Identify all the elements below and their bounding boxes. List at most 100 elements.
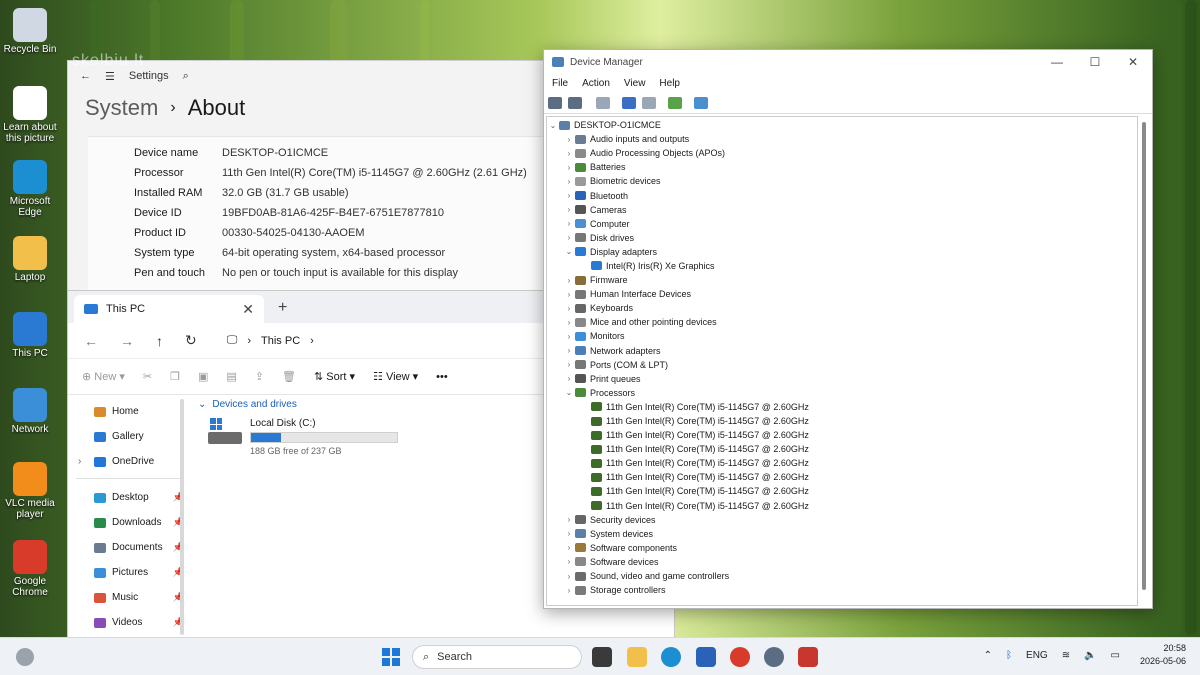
chevron-up-icon[interactable]: ⌃: [984, 650, 992, 661]
bluetooth-icon[interactable]: ᛒ: [1006, 650, 1012, 661]
sidebar-item[interactable]: › OneDrive: [76, 449, 184, 474]
menu-item[interactable]: File: [552, 78, 568, 89]
sidebar-item[interactable]: Desktop 📌: [76, 485, 184, 510]
file-explorer-icon[interactable]: [627, 647, 647, 667]
chevron-right-icon[interactable]: ›: [563, 191, 575, 200]
chevron-right-icon[interactable]: ›: [563, 276, 575, 285]
sidebar-item[interactable]: Documents 📌: [76, 535, 184, 560]
tab-this-pc[interactable]: This PC ✕: [74, 295, 264, 323]
tree-node[interactable]: › Network adapters: [547, 344, 1137, 358]
tree-node[interactable]: › Bluetooth: [547, 188, 1137, 202]
chevron-down-icon[interactable]: ⌄: [563, 247, 575, 256]
tree-node[interactable]: › Cameras: [547, 203, 1137, 217]
desktop-icon[interactable]: Laptop: [2, 236, 58, 283]
edge-icon[interactable]: [661, 647, 681, 667]
sidebar-item[interactable]: Downloads 📌: [76, 510, 184, 535]
tree-node[interactable]: › Software devices: [547, 555, 1137, 569]
forward-icon[interactable]: →: [120, 333, 134, 349]
desktop-icon[interactable]: This PC: [2, 312, 58, 359]
tree-child[interactable]: 11th Gen Intel(R) Core(TM) i5-1145G7 @ 2…: [547, 442, 1137, 456]
desktop-icon[interactable]: Google Chrome: [2, 540, 58, 598]
wifi-icon[interactable]: ≋: [1062, 650, 1070, 661]
tree-node[interactable]: › Sound, video and game controllers: [547, 569, 1137, 583]
details-icon[interactable]: [642, 96, 656, 109]
back-icon[interactable]: ←: [84, 333, 98, 349]
tree-child[interactable]: 11th Gen Intel(R) Core(TM) i5-1145G7 @ 2…: [547, 470, 1137, 484]
menu-item[interactable]: Action: [582, 78, 610, 89]
back-arrow-icon[interactable]: [548, 96, 562, 109]
chevron-right-icon[interactable]: ›: [563, 360, 575, 369]
chevron-right-icon[interactable]: ›: [563, 543, 575, 552]
chevron-down-icon[interactable]: ⌄: [563, 388, 575, 397]
scan-hardware-icon[interactable]: [668, 96, 682, 109]
sidebar-item[interactable]: Home: [76, 399, 184, 424]
chevron-right-icon[interactable]: ›: [563, 572, 575, 581]
device-manager-app-icon[interactable]: [798, 647, 818, 667]
tree-node[interactable]: › Human Interface Devices: [547, 287, 1137, 301]
display-icon[interactable]: [694, 96, 708, 109]
breadcrumb-parent[interactable]: System: [85, 95, 158, 121]
group-header[interactable]: ⌄ Devices and drives: [198, 399, 398, 410]
search-icon[interactable]: ⌕: [183, 70, 189, 83]
start-icon[interactable]: [382, 648, 400, 666]
desktop-icon[interactable]: Microsoft Edge: [2, 160, 58, 218]
language-indicator[interactable]: ENG: [1026, 650, 1048, 661]
view-button[interactable]: ☷ View ▾: [373, 370, 418, 383]
address-bar[interactable]: 🖵 › This PC ›: [219, 328, 519, 354]
task-view-icon[interactable]: [592, 647, 612, 667]
more-options-icon[interactable]: •••: [436, 371, 448, 383]
help-icon[interactable]: [622, 96, 636, 109]
tree-child[interactable]: 11th Gen Intel(R) Core(TM) i5-1145G7 @ 2…: [547, 428, 1137, 442]
widgets-icon[interactable]: [16, 648, 34, 666]
chevron-right-icon[interactable]: ›: [563, 163, 575, 172]
rename-icon[interactable]: ▤: [226, 370, 236, 383]
chevron-right-icon[interactable]: ›: [563, 233, 575, 242]
tree-child[interactable]: 11th Gen Intel(R) Core(TM) i5-1145G7 @ 2…: [547, 484, 1137, 498]
tree-node[interactable]: › Audio inputs and outputs: [547, 132, 1137, 146]
tree-node[interactable]: › Mice and other pointing devices: [547, 315, 1137, 329]
close-icon[interactable]: ✕: [1114, 55, 1152, 69]
tree-node[interactable]: › Storage controllers: [547, 583, 1137, 597]
tree-child[interactable]: 11th Gen Intel(R) Core(TM) i5-1145G7 @ 2…: [547, 414, 1137, 428]
new-button[interactable]: ⊕ New ▾: [82, 370, 125, 383]
navigation-scrollbar[interactable]: [180, 399, 184, 635]
desktop-icon[interactable]: Recycle Bin: [2, 8, 58, 55]
tree-node[interactable]: › System devices: [547, 527, 1137, 541]
store-icon[interactable]: [696, 647, 716, 667]
chevron-down-icon[interactable]: ⌄: [547, 121, 559, 130]
tree-node[interactable]: › Software components: [547, 541, 1137, 555]
tree-child[interactable]: Intel(R) Iris(R) Xe Graphics: [547, 259, 1137, 273]
new-tab-icon[interactable]: +: [264, 299, 287, 323]
up-icon[interactable]: ↑: [156, 333, 163, 349]
chevron-right-icon[interactable]: ›: [563, 557, 575, 566]
back-arrow-icon[interactable]: ←: [80, 70, 91, 82]
desktop-icon[interactable]: Network: [2, 388, 58, 435]
chevron-right-icon[interactable]: ›: [563, 318, 575, 327]
chevron-right-icon[interactable]: ›: [563, 219, 575, 228]
tree-child[interactable]: 11th Gen Intel(R) Core(TM) i5-1145G7 @ 2…: [547, 400, 1137, 414]
minimize-icon[interactable]: —: [1038, 55, 1076, 69]
tree-root[interactable]: ⌄ DESKTOP-O1ICMCE: [547, 118, 1137, 132]
tree-node[interactable]: › Monitors: [547, 329, 1137, 343]
desktop-icon[interactable]: VLC media player: [2, 462, 58, 520]
cut-icon[interactable]: ✂: [143, 370, 152, 383]
chevron-right-icon[interactable]: ›: [563, 304, 575, 313]
chevron-right-icon[interactable]: ›: [78, 456, 81, 467]
chevron-right-icon[interactable]: ›: [563, 205, 575, 214]
tree-node[interactable]: › Print queues: [547, 372, 1137, 386]
battery-icon[interactable]: ▭: [1111, 650, 1120, 661]
chevron-right-icon[interactable]: ›: [563, 332, 575, 341]
tree-node[interactable]: › Keyboards: [547, 301, 1137, 315]
tree-node[interactable]: › Ports (COM & LPT): [547, 358, 1137, 372]
tree-child[interactable]: 11th Gen Intel(R) Core(TM) i5-1145G7 @ 2…: [547, 499, 1137, 513]
paste-icon[interactable]: ▣: [198, 370, 208, 383]
tree-node[interactable]: ⌄ Display adapters: [547, 245, 1137, 259]
forward-arrow-icon[interactable]: [568, 96, 582, 109]
sidebar-item[interactable]: Videos 📌: [76, 610, 184, 635]
chevron-right-icon[interactable]: ›: [563, 290, 575, 299]
chrome-icon[interactable]: [730, 647, 750, 667]
copy-icon[interactable]: ❐: [170, 370, 180, 383]
sort-button[interactable]: ⇅ Sort ▾: [314, 370, 355, 383]
tree-scrollbar[interactable]: [1142, 122, 1146, 590]
share-icon[interactable]: ⇪: [255, 370, 264, 383]
